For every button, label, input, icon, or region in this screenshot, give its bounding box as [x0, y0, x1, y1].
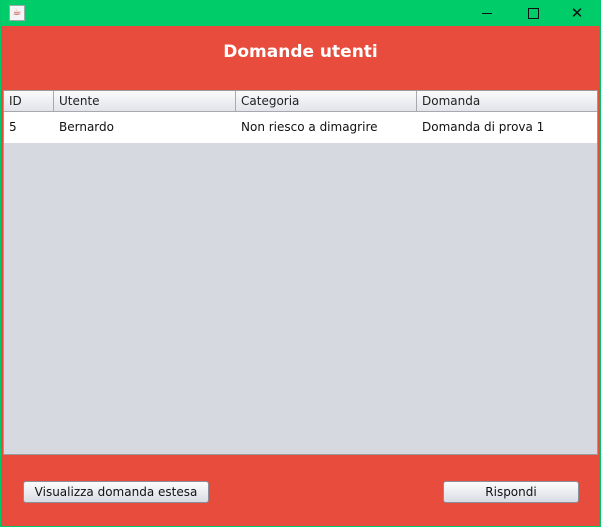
close-button[interactable]: ✕	[554, 0, 600, 26]
questions-table[interactable]: ID Utente Categoria Domanda 5 Bernardo N…	[3, 90, 598, 455]
minimize-button[interactable]	[464, 0, 510, 26]
table-row[interactable]: 5 Bernardo Non riesco a dimagrire Domand…	[4, 112, 597, 143]
reply-button[interactable]: Rispondi	[443, 481, 579, 503]
table-header: ID Utente Categoria Domanda	[4, 91, 597, 112]
cell-domanda[interactable]: Domanda di prova 1	[417, 112, 597, 143]
app-window: ☕ ✕ Domande utenti ID Utente Categoria D…	[0, 0, 601, 527]
maximize-icon	[527, 7, 539, 19]
cell-id[interactable]: 5	[4, 112, 54, 143]
java-icon[interactable]: ☕	[9, 5, 25, 21]
maximize-button[interactable]	[510, 0, 556, 26]
column-header-domanda[interactable]: Domanda	[417, 91, 597, 111]
view-question-button[interactable]: Visualizza domanda estesa	[23, 481, 209, 503]
title-bar: ☕ ✕	[1, 0, 600, 26]
column-header-id[interactable]: ID	[4, 91, 54, 111]
close-icon: ✕	[570, 3, 584, 22]
column-header-utente[interactable]: Utente	[54, 91, 236, 111]
page-title: Domande utenti	[223, 42, 378, 62]
cell-categoria[interactable]: Non riesco a dimagrire	[236, 112, 417, 143]
minimize-icon	[482, 12, 492, 14]
column-header-categoria[interactable]: Categoria	[236, 91, 417, 111]
cell-utente[interactable]: Bernardo	[54, 112, 236, 143]
